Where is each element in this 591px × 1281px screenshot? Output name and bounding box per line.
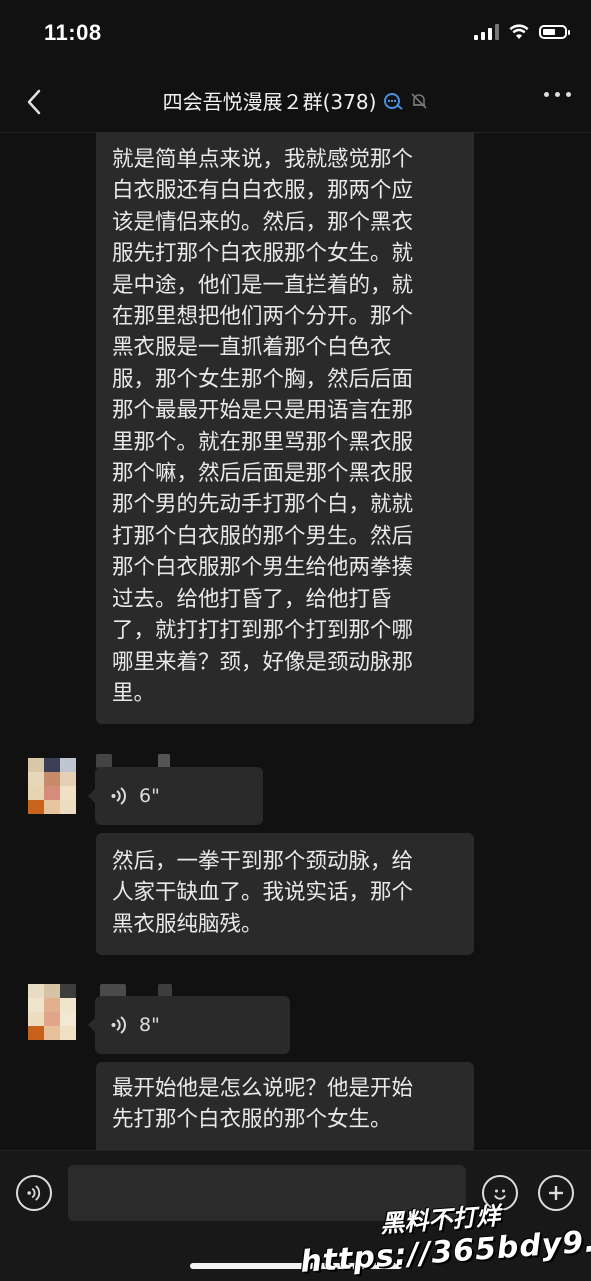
pixelated-avatar-image <box>28 984 76 1040</box>
title-group: 四会吾悦漫展２群(378) <box>0 86 591 115</box>
message-text: 然后，一拳干到那个颈动脉，给 人家干缺血了。我说实话，那个 黑衣服纯脑残。 <box>112 849 414 937</box>
more-options-button[interactable] <box>544 92 571 97</box>
message-bubble-text[interactable]: 最开始他是怎么说呢？他是开始 先打那个白衣服的那个女生。 <box>96 1062 474 1150</box>
voice-input-button[interactable] <box>16 1175 52 1211</box>
chat-title: 四会吾悦漫展２群(378) <box>162 90 377 114</box>
message-text: 就是简单点来说，我就感觉那个 白衣服还有白白衣服，那两个应 该是情侣来的。然后，… <box>112 147 414 706</box>
wifi-icon <box>509 24 529 39</box>
sender-name-redacted <box>158 754 170 768</box>
signal-icon <box>474 24 499 40</box>
message-text: 最开始他是怎么说呢？他是开始 先打那个白衣服的那个女生。 <box>112 1076 414 1133</box>
sender-name-redacted <box>96 754 112 768</box>
voice-wave-icon <box>111 787 126 805</box>
message-bubble-text[interactable]: 然后，一拳干到那个颈动脉，给 人家干缺血了。我说实话，那个 黑衣服纯脑残。 <box>96 833 474 955</box>
voice-wave-icon <box>27 1185 41 1201</box>
message-bubble-text[interactable]: 就是简单点来说，我就感觉那个 白衣服还有白白衣服，那两个应 该是情侣来的。然后，… <box>96 132 474 724</box>
voice-wave-icon <box>111 1016 126 1034</box>
status-icons <box>474 24 570 40</box>
group-chat-icon <box>384 92 404 110</box>
avatar[interactable] <box>28 984 76 1040</box>
status-time: 11:08 <box>44 20 102 45</box>
avatar[interactable] <box>28 758 76 814</box>
plus-icon <box>549 1186 563 1200</box>
pixelated-avatar-image <box>28 758 76 814</box>
status-bar: 11:08 <box>0 0 591 70</box>
chat-header: 四会吾悦漫展２群(378) <box>0 70 591 133</box>
voice-duration: 8" <box>139 1014 160 1036</box>
voice-message[interactable]: 6" <box>88 767 263 825</box>
voice-duration: 6" <box>139 785 160 807</box>
add-more-button[interactable] <box>538 1175 574 1211</box>
mute-bell-icon <box>411 92 427 109</box>
voice-message[interactable]: 8" <box>88 996 290 1054</box>
battery-icon <box>539 25 570 39</box>
